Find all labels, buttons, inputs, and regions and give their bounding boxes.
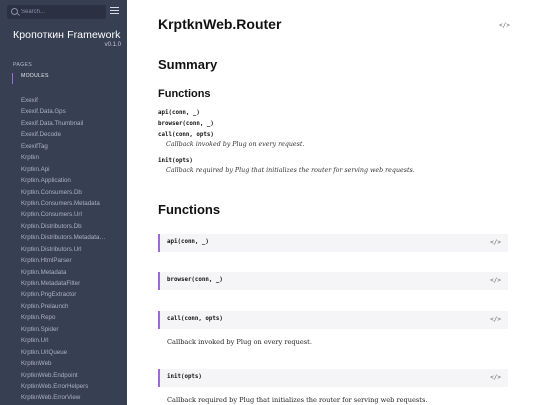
sidebar-module-item[interactable]: Krptkn.Consumers.Db [21, 188, 121, 199]
function-signature[interactable]: init(opts) [167, 374, 202, 380]
sidebar-module-item[interactable]: Krptkn.Prelaunch [21, 302, 121, 313]
summary-link-call[interactable]: call(conn, opts) [158, 132, 304, 138]
sidebar: Кропоткин Framework v0.1.0 PAGES MODULES… [0, 0, 127, 405]
sidebar-module-item[interactable]: Krptkn.Application [21, 176, 121, 187]
sidebar-module-item[interactable]: KrptknWeb.ErrorHelpers [21, 382, 121, 393]
sidebar-module-item[interactable]: Krptkn.Url [21, 336, 121, 347]
summary-link-api[interactable]: api(conn, _) [158, 110, 200, 116]
summary-description: Callback required by Plug that initializ… [166, 167, 415, 174]
sidebar-module-item[interactable]: Krptkn.MetadataFilter [21, 279, 121, 290]
summary-functions-heading: Functions [158, 88, 211, 100]
summary-heading: Summary [158, 57, 218, 72]
sidebar-module-item[interactable]: KrptknWeb.Endpoint [21, 371, 121, 382]
summary-item: init(opts) Callback required by Plug tha… [158, 158, 415, 174]
sidebar-module-item[interactable]: Exexif.Data.Gps [21, 107, 121, 118]
functions-heading: Functions [158, 202, 221, 217]
sidebar-module-item[interactable]: Krptkn.HtmlParser [21, 256, 121, 267]
sidebar-module-item[interactable]: Exexif [21, 96, 121, 107]
menu-icon[interactable] [110, 7, 119, 15]
search-input[interactable] [21, 7, 101, 17]
function-signature[interactable]: api(conn, _) [167, 239, 209, 245]
sidebar-module-item[interactable]: Krptkn.Spider [21, 325, 121, 336]
sidebar-module-item[interactable]: Krptkn.Distributors.Metadata… [21, 233, 121, 244]
page-title: KrptknWeb.Router [158, 16, 282, 32]
sidebar-module-item[interactable]: KrptknWeb [21, 359, 121, 370]
view-source-icon[interactable]: </> [490, 277, 501, 284]
summary-item: call(conn, opts) Callback invoked by Plu… [158, 132, 304, 148]
search-box[interactable] [7, 5, 106, 19]
sidebar-module-item[interactable]: Krptkn.Repo [21, 313, 121, 324]
summary-item: api(conn, _) [158, 110, 200, 116]
tab-modules[interactable]: MODULES [12, 73, 49, 84]
tab-pages[interactable]: PAGES [13, 62, 49, 73]
sidebar-module-item[interactable]: Krptkn.Distributors.Db [21, 222, 121, 233]
view-source-icon[interactable]: </> [490, 239, 501, 246]
search-icon [11, 8, 18, 15]
sidebar-module-item[interactable]: Krptkn.Api [21, 165, 121, 176]
sidebar-module-item[interactable]: ExexifTag [21, 142, 121, 153]
project-name[interactable]: Кропоткин Framework [13, 29, 121, 41]
summary-item: browser(conn, _) [158, 121, 214, 127]
function-detail-browser: browser(conn, _) </> [158, 272, 508, 290]
sidebar-module-item[interactable]: Exexif.Decode [21, 130, 121, 141]
summary-link-init[interactable]: init(opts) [158, 158, 415, 164]
summary-link-browser[interactable]: browser(conn, _) [158, 121, 214, 127]
sidebar-module-item[interactable]: Krptkn.Consumers.Metadata [21, 199, 121, 210]
view-source-icon[interactable]: </> [490, 374, 501, 381]
module-list: Exexif Exexif.Data.Gps Exexif.Data.Thumbna… [21, 96, 121, 405]
view-source-icon[interactable]: </> [490, 316, 501, 323]
sidebar-module-item[interactable]: Krptkn.Consumers.Url [21, 210, 121, 221]
project-version: v0.1.0 [104, 42, 121, 48]
function-detail-api: api(conn, _) </> [158, 234, 508, 252]
function-detail-call: call(conn, opts) </> [158, 311, 508, 329]
main-content: KrptknWeb.Router </> Summary Functions a… [127, 0, 540, 405]
view-source-icon[interactable]: </> [499, 22, 510, 29]
function-signature[interactable]: call(conn, opts) [167, 316, 223, 322]
sidebar-module-item[interactable]: Exexif.Data.Thumbnail [21, 119, 121, 130]
sidebar-module-item[interactable]: Krptkn.UrlQueue [21, 348, 121, 359]
sidebar-module-item[interactable]: Krptkn.PngExtractor [21, 290, 121, 301]
sidebar-module-item[interactable]: Krptkn.Metadata [21, 268, 121, 279]
function-doc: Callback required by Plug that initializ… [167, 396, 428, 404]
function-signature[interactable]: browser(conn, _) [167, 277, 223, 283]
summary-description: Callback invoked by Plug on every reques… [166, 141, 305, 148]
sidebar-module-item[interactable]: Krptkn.Distributors.Url [21, 245, 121, 256]
sidebar-module-item[interactable]: KrptknWeb.ErrorView [21, 393, 121, 404]
sidebar-tabs: PAGES MODULES [12, 62, 49, 84]
sidebar-module-item[interactable]: Krptkn [21, 153, 121, 164]
function-doc: Callback invoked by Plug on every reques… [167, 338, 312, 346]
function-detail-init: init(opts) </> [158, 369, 508, 387]
